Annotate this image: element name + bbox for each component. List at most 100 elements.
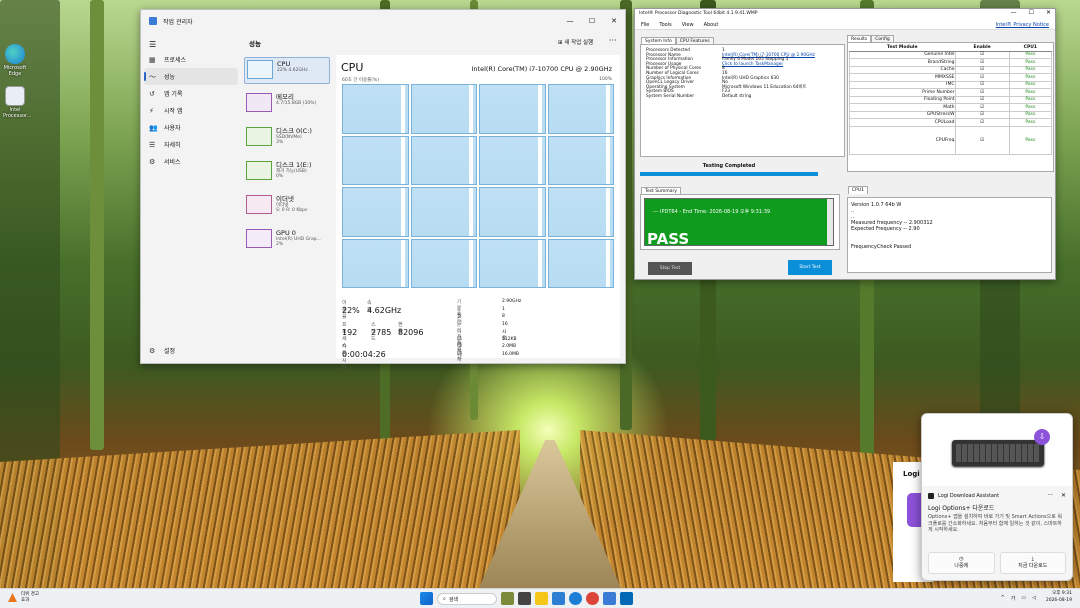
enable-checkbox[interactable]: ☑ <box>954 50 1010 59</box>
table-row: BrandString ☑ Pass <box>849 58 1053 67</box>
more-options-icon[interactable]: ··· <box>1047 492 1053 499</box>
title-bar[interactable]: 작업 관리자 — ☐ ✕ <box>141 10 625 32</box>
network-icon[interactable]: ▭ <box>1021 595 1026 602</box>
maximize-button[interactable]: ☐ <box>581 17 603 25</box>
minimize-button[interactable]: — <box>1011 9 1017 17</box>
sidebar-item-details[interactable]: ☰ 자세히 <box>141 136 241 153</box>
result-cell: Pass <box>1008 95 1053 104</box>
stop-test-button[interactable]: Stop Test <box>648 262 692 275</box>
sidebar-item-label: 사용자 <box>164 125 181 132</box>
chrome-icon[interactable] <box>586 592 599 605</box>
app-history-icon: ↺ <box>149 89 155 98</box>
close-button[interactable]: ✕ <box>1046 9 1051 17</box>
weather-sub: 효과 <box>21 597 30 603</box>
desktop-icon-edge[interactable]: Microsoft Edge <box>3 44 27 77</box>
spec-value: 8 <box>502 314 505 319</box>
resource-disk-1[interactable]: 디스크 1(E:) 제거 가능(USB) 0% <box>244 159 330 186</box>
table-row: Cache ☑ Pass <box>849 65 1053 74</box>
enable-checkbox[interactable]: ☑ <box>954 73 1010 82</box>
document-icon <box>5 86 25 106</box>
module-cell: IMC <box>849 80 956 89</box>
close-button[interactable]: ✕ <box>603 17 625 25</box>
notification-hero: ⇩ <box>922 414 1072 486</box>
enable-checkbox[interactable]: ☑ <box>954 110 1010 119</box>
sysinfo-link[interactable]: Click to launch TaskManager <box>722 62 783 68</box>
sysinfo-row: System Serial Number Default string <box>646 94 839 100</box>
warning-icon <box>8 593 17 602</box>
weather-title: 더위 경고 <box>21 592 39 597</box>
start-icon[interactable] <box>420 592 433 605</box>
menu-view[interactable]: View <box>682 22 694 28</box>
sysinfo-value: Microsoft Windows 11 Education 64비트 <box>722 84 807 90</box>
language-indicator[interactable]: 가 <box>1011 595 1016 602</box>
summary-scrollbar[interactable] <box>827 199 833 245</box>
sidebar-item-settings[interactable]: ⚙ 설정 <box>141 342 241 359</box>
file-explorer-icon[interactable] <box>535 592 548 605</box>
chevron-up-icon[interactable]: ^ <box>1001 595 1005 602</box>
store-icon[interactable] <box>552 592 565 605</box>
intel-ipdt-icon[interactable] <box>620 592 633 605</box>
more-options-button[interactable]: ··· <box>609 36 617 45</box>
resource-ethernet[interactable]: 이더넷 이더넷 S: 0 R: 0 Kbps <box>244 193 330 220</box>
enable-checkbox[interactable]: ☑ <box>954 65 1010 74</box>
sidebar-item-processes[interactable]: ▦ 프로세스 <box>141 51 241 68</box>
result-cell: Pass <box>1008 125 1053 155</box>
resource-disk-0[interactable]: 디스크 0(C:) SSD(NVMe) 3% <box>244 125 330 152</box>
weather-widget[interactable]: 더위 경고 효과 <box>8 592 39 603</box>
handles-value: 82096 <box>398 328 424 337</box>
core-graph-grid <box>342 84 614 288</box>
sidebar-item-users[interactable]: 👥 사용자 <box>141 119 241 136</box>
enable-checkbox[interactable]: ☑ <box>954 58 1010 67</box>
minimize-button[interactable]: — <box>559 17 581 25</box>
volume-icon[interactable]: ◁ <box>1032 595 1036 602</box>
close-icon[interactable]: ✕ <box>1061 492 1066 499</box>
hamburger-menu-icon[interactable]: ☰ <box>141 32 241 51</box>
enable-checkbox[interactable]: ☑ <box>954 118 1010 127</box>
run-new-task-button[interactable]: ⊞ 새 작업 실행 <box>558 38 593 46</box>
clock-date: 2026-08-19 <box>1045 597 1072 603</box>
clock[interactable]: 오후 9:31 2026-08-19 <box>1046 591 1072 604</box>
edge-icon[interactable] <box>569 592 582 605</box>
download-now-button[interactable]: ⤓ 지금 다운로드 <box>999 552 1066 574</box>
sidebar-item-services[interactable]: ⚙ 서비스 <box>141 153 241 170</box>
resource-gpu[interactable]: GPU 0 Intel(R) UHD Grap... 2% <box>244 227 330 254</box>
system-tray: ^ 가 ▭ ◁ <box>1001 595 1036 602</box>
maximize-button[interactable]: ☐ <box>1029 9 1034 17</box>
startup-icon: ⚡ <box>149 106 154 115</box>
menu-tools[interactable]: Tools <box>659 22 671 28</box>
menu-file[interactable]: File <box>641 22 649 28</box>
enable-checkbox[interactable]: ☑ <box>954 88 1010 97</box>
privacy-notice-link[interactable]: Intel® Privacy Notice <box>996 22 1049 28</box>
sidebar-item-performance[interactable]: 〜 성능 <box>144 68 238 85</box>
later-button[interactable]: ◷ 나중에 <box>928 552 995 574</box>
start-test-button[interactable]: Start Test <box>788 260 832 275</box>
enable-checkbox[interactable]: ☑ <box>954 95 1010 104</box>
sidebar-item-startup[interactable]: ⚡ 시작 앱 <box>141 102 241 119</box>
task-manager-icon <box>149 17 157 25</box>
spec-value: 2.90GHz <box>502 299 522 304</box>
desktop-icon-ipdt[interactable]: Intel Processor... <box>3 86 31 119</box>
search-box[interactable]: ⌕ 검색 <box>437 592 497 605</box>
disk-thumbnail <box>246 127 272 146</box>
services-icon: ⚙ <box>149 157 156 166</box>
sidebar-item-label: 프로세스 <box>164 57 187 64</box>
menu-about[interactable]: About <box>704 22 719 28</box>
tab-cpu1[interactable]: CPU1 <box>848 186 869 194</box>
enable-checkbox[interactable]: ☑ <box>954 80 1010 89</box>
table-row: Floating Point ☑ Pass <box>849 95 1053 104</box>
cpu-core-graph <box>479 187 546 237</box>
enable-checkbox[interactable]: ☑ <box>954 103 1010 112</box>
cpu-core-graph <box>479 238 546 288</box>
title-bar[interactable]: Intel® Processor Diagnostic Tool 64bit 4… <box>635 9 1055 19</box>
results-header: Test Module <box>849 44 956 52</box>
enable-checkbox[interactable]: ☑ <box>954 125 1010 155</box>
resource-name: 디스크 1(E:) <box>276 161 312 169</box>
task-manager-icon[interactable] <box>603 592 616 605</box>
cpu-model: Intel(R) Core(TM) i7-10700 CPU @ 2.90GHz <box>471 65 613 73</box>
resource-cpu[interactable]: CPU 22% 4.62GHz <box>244 57 330 84</box>
resource-memory[interactable]: 메모리 4.7/15.8GB (30%) <box>244 91 330 118</box>
section-title: 성능 <box>249 40 261 48</box>
sidebar-item-app-history[interactable]: ↺ 앱 기록 <box>141 85 241 102</box>
widget-icon[interactable] <box>501 592 514 605</box>
task-view-icon[interactable] <box>518 592 531 605</box>
